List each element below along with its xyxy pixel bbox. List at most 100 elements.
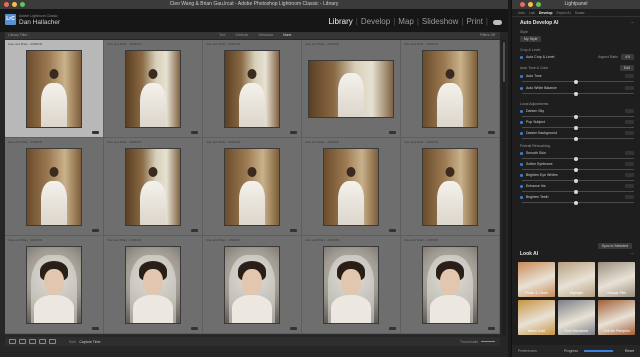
- filter-none[interactable]: None: [283, 32, 291, 39]
- filters-off-dropdown[interactable]: Filters Off: [480, 32, 495, 39]
- adjustment-value[interactable]: [625, 184, 634, 188]
- adjustment-toggle[interactable]: [520, 120, 523, 124]
- adjustment-value[interactable]: [625, 173, 634, 177]
- photo-thumbnail[interactable]: [224, 147, 280, 226]
- module-map[interactable]: Map: [398, 17, 414, 26]
- slider-knob[interactable]: [573, 79, 578, 84]
- adjustment-value[interactable]: [625, 109, 634, 113]
- style-dropdown[interactable]: My Style: [520, 36, 542, 42]
- auto-tone-toggle[interactable]: [520, 74, 523, 78]
- thumbnail-cell[interactable]: Cleo and Brian - 2006/26/: [203, 236, 302, 334]
- survey-view-icon[interactable]: [39, 339, 46, 344]
- tone-edit-button[interactable]: Edit: [619, 65, 634, 71]
- photo-thumbnail[interactable]: [422, 49, 478, 128]
- photo-thumbnail[interactable]: [224, 245, 280, 324]
- auto-tone-slider[interactable]: [522, 79, 634, 84]
- people-view-icon[interactable]: [49, 339, 56, 344]
- look-preset[interactable]: Warm Gold: [518, 300, 555, 335]
- photo-thumbnail[interactable]: [323, 245, 379, 324]
- adjustment-toggle[interactable]: [520, 131, 523, 135]
- collapse-icon[interactable]: −: [631, 17, 634, 29]
- photo-thumbnail[interactable]: [26, 147, 82, 226]
- reset-button[interactable]: Reset: [625, 345, 634, 357]
- adjustment-value[interactable]: [625, 120, 634, 124]
- loupe-view-icon[interactable]: [19, 339, 26, 344]
- look-preset[interactable]: Cool Monotone: [558, 300, 595, 335]
- adjustment-toggle[interactable]: [520, 151, 523, 155]
- thumbnail-cell[interactable]: Cleo and Brian - 2006/26/: [302, 40, 401, 138]
- adjustment-slider[interactable]: [522, 189, 634, 194]
- module-library[interactable]: Library: [328, 17, 352, 26]
- module-slideshow[interactable]: Slideshow: [422, 17, 458, 26]
- lightpanel-close-button[interactable]: [520, 2, 525, 7]
- auto-wb-value[interactable]: [625, 86, 634, 90]
- adjustment-toggle[interactable]: [520, 109, 523, 113]
- adjustment-slider[interactable]: [522, 114, 634, 119]
- tab-lab[interactable]: Lab: [529, 9, 535, 16]
- tab-intro[interactable]: Intro: [518, 9, 525, 16]
- grid-view-icon[interactable]: [9, 339, 16, 344]
- adjustment-slider[interactable]: [522, 178, 634, 183]
- aspect-ratio-dropdown[interactable]: 4:5: [621, 54, 634, 60]
- scrollbar-thumb[interactable]: [503, 42, 505, 82]
- slider-knob[interactable]: [573, 200, 578, 205]
- adjustment-slider[interactable]: [522, 200, 634, 205]
- photo-thumbnail[interactable]: [26, 245, 82, 324]
- look-preset[interactable]: Vintage Film: [598, 262, 635, 297]
- adjustment-slider[interactable]: [522, 136, 634, 141]
- photo-thumbnail[interactable]: [125, 49, 181, 128]
- look-preset[interactable]: Cell Me Pumpkin: [598, 300, 635, 335]
- look-preset[interactable]: Fresh & Clean: [518, 262, 555, 297]
- sort-dropdown[interactable]: Capture Time: [79, 340, 100, 344]
- filter-attribute[interactable]: Attribute: [235, 32, 248, 39]
- adjustment-value[interactable]: [625, 195, 634, 199]
- thumbnail-cell[interactable]: Cleo and Brian - 2006/26/: [5, 138, 104, 236]
- photo-thumbnail[interactable]: [125, 147, 181, 226]
- adjustment-toggle[interactable]: [520, 173, 523, 177]
- thumbnail-cell[interactable]: Cleo and Brian - 2006/26/: [302, 236, 401, 334]
- adjustment-toggle[interactable]: [520, 162, 523, 166]
- adjustment-slider[interactable]: [522, 156, 634, 161]
- preferences-button[interactable]: Preferences: [518, 349, 537, 353]
- thumbnail-cell[interactable]: Cleo and Brian - 2006/26/: [203, 138, 302, 236]
- lightpanel-minimize-button[interactable]: [528, 2, 533, 7]
- photo-thumbnail[interactable]: [422, 245, 478, 324]
- photo-thumbnail[interactable]: [422, 147, 478, 226]
- tab-export-ai[interactable]: Export AI: [556, 9, 570, 16]
- auto-wb-toggle[interactable]: [520, 86, 523, 90]
- module-develop[interactable]: Develop: [361, 17, 390, 26]
- slider-knob[interactable]: [573, 91, 578, 96]
- thumbnail-cell[interactable]: Cleo and Brian - 2006/26/: [5, 40, 104, 138]
- adjustment-value[interactable]: [625, 131, 634, 135]
- slider-knob[interactable]: [573, 136, 578, 141]
- photo-thumbnail[interactable]: [224, 49, 280, 128]
- thumbnail-cell[interactable]: Cleo and Brian - 2006/26/: [401, 138, 500, 236]
- photo-thumbnail[interactable]: [323, 147, 379, 226]
- thumbnail-size-slider[interactable]: [481, 341, 495, 342]
- thumbnail-cell[interactable]: Cleo and Brian - 2006/26/: [104, 236, 203, 334]
- thumbnail-cell[interactable]: Cleo and Brian - 2006/26/: [401, 40, 500, 138]
- photo-thumbnail[interactable]: [125, 245, 181, 324]
- adjustment-value[interactable]: [625, 162, 634, 166]
- thumbnail-cell[interactable]: Cleo and Brian - 2006/26/: [104, 40, 203, 138]
- thumbnail-cell[interactable]: Cleo and Brian - 2006/26/: [104, 138, 203, 236]
- thumbnail-cell[interactable]: Cleo and Brian - 2006/26/: [302, 138, 401, 236]
- tab-snake[interactable]: Snake: [575, 9, 585, 16]
- photo-thumbnail[interactable]: [26, 49, 82, 128]
- lightpanel-zoom-button[interactable]: [536, 2, 541, 7]
- photo-thumbnail[interactable]: [308, 59, 394, 118]
- look-preset[interactable]: Highlight: [558, 262, 595, 297]
- adjustment-slider[interactable]: [522, 167, 634, 172]
- crop-level-toggle[interactable]: [520, 55, 523, 59]
- module-print[interactable]: Print: [466, 17, 482, 26]
- thumbnail-cell[interactable]: Cleo and Brian - 2006/26/: [401, 236, 500, 334]
- adjustment-toggle[interactable]: [520, 195, 523, 199]
- adjustment-toggle[interactable]: [520, 184, 523, 188]
- tab-develop[interactable]: Develop: [539, 9, 553, 16]
- thumbnail-cell[interactable]: Cleo and Brian - 2006/26/: [5, 236, 104, 334]
- compare-view-icon[interactable]: [29, 339, 36, 344]
- grid-scrollbar[interactable]: [502, 40, 506, 335]
- auto-wb-slider[interactable]: [522, 91, 634, 96]
- adjustment-slider[interactable]: [522, 125, 634, 130]
- look-ai-collapse-icon[interactable]: −: [631, 248, 634, 260]
